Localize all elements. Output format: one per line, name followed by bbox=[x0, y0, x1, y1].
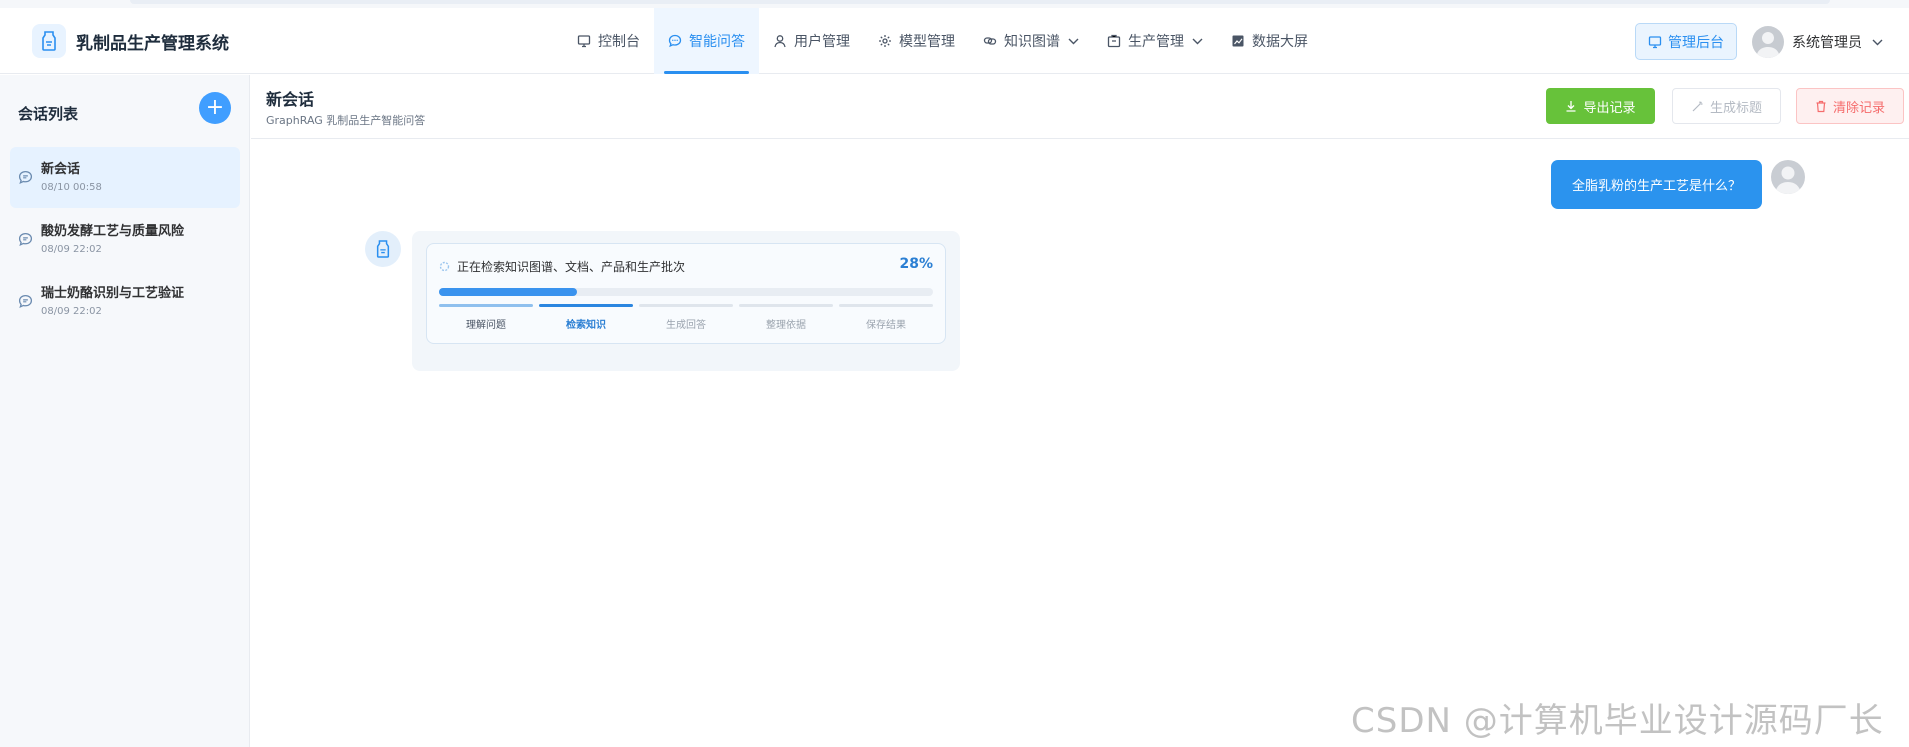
box-icon bbox=[1107, 34, 1121, 48]
retrieval-progress-card: 正在检索知识图谱、文档、产品和生产批次 28% 理解问题 检索知识 生成回答 整… bbox=[426, 243, 946, 344]
progress-status-text: 正在检索知识图谱、文档、产品和生产批次 bbox=[457, 260, 686, 274]
progress-bar-fill bbox=[439, 288, 578, 296]
avatar bbox=[1752, 26, 1784, 58]
chevron-down-icon bbox=[1872, 39, 1883, 46]
bot-avatar-icon bbox=[365, 231, 401, 267]
progress-percent: 28% bbox=[899, 256, 933, 272]
step-label: 整理依据 bbox=[766, 320, 806, 331]
step-bar bbox=[639, 304, 733, 307]
export-label: 导出记录 bbox=[1583, 100, 1636, 116]
loading-spinner-icon bbox=[439, 261, 450, 272]
trash-icon bbox=[1815, 100, 1827, 113]
progress-step: 保存结果 bbox=[839, 304, 933, 331]
nav-item-smart-qa[interactable]: 智能问答 bbox=[654, 8, 759, 74]
download-icon bbox=[1565, 100, 1577, 112]
nav-label: 控制台 bbox=[598, 34, 640, 50]
plus-icon: + bbox=[205, 95, 225, 120]
conversation-time: 08/09 22:02 bbox=[41, 306, 102, 317]
monitor-icon bbox=[577, 34, 591, 48]
generate-label: 生成标题 bbox=[1709, 100, 1762, 116]
magic-wand-icon bbox=[1691, 100, 1704, 113]
nav-item-user-management[interactable]: 用户管理 bbox=[759, 8, 864, 74]
generate-title-button[interactable]: 生成标题 bbox=[1672, 88, 1781, 124]
progress-step: 生成回答 bbox=[639, 304, 733, 331]
gear-icon bbox=[878, 34, 892, 48]
avatar bbox=[1771, 160, 1805, 194]
progress-step: 检索知识 bbox=[539, 304, 633, 331]
sidebar-title: 会话列表 bbox=[18, 105, 79, 123]
chat-area: 全脂乳粉的生产工艺是什么？ 正在检索知识图谱、文档、产品和生产批次 28% 理解… bbox=[251, 140, 1909, 747]
admin-console-button[interactable]: 管理后台 bbox=[1635, 23, 1737, 60]
page-subtitle: GraphRAG 乳制品生产智能问答 bbox=[266, 114, 426, 127]
nav-item-data-screen[interactable]: 数据大屏 bbox=[1217, 8, 1322, 74]
nav-item-model-management[interactable]: 模型管理 bbox=[864, 8, 969, 74]
step-bar bbox=[839, 304, 933, 307]
step-bar bbox=[439, 304, 533, 307]
progress-steps: 理解问题 检索知识 生成回答 整理依据 保存结果 bbox=[439, 304, 933, 331]
conversation-item[interactable]: 酸奶发酵工艺与质量风险 08/09 22:02 bbox=[10, 209, 240, 270]
progress-step: 理解问题 bbox=[439, 304, 533, 331]
browser-top-strip bbox=[0, 0, 1909, 8]
main-nav: 控制台 智能问答 用户管理 模型管理 知识图谱 生产管理 数据大屏 bbox=[563, 8, 1322, 74]
progress-status: 正在检索知识图谱、文档、产品和生产批次 bbox=[439, 258, 685, 275]
assistant-message: 正在检索知识图谱、文档、产品和生产批次 28% 理解问题 检索知识 生成回答 整… bbox=[412, 231, 960, 371]
step-bar bbox=[539, 304, 633, 307]
user-icon bbox=[773, 34, 787, 48]
progress-track bbox=[439, 288, 933, 296]
monitor-icon bbox=[1648, 35, 1662, 49]
conversation-sidebar: 会话列表 + 新会话 08/10 00:58 酸奶发酵工艺与质量风险 08/09… bbox=[0, 75, 250, 747]
top-strip-pill bbox=[130, 0, 1830, 4]
nav-item-production-management[interactable]: 生产管理 bbox=[1093, 8, 1217, 74]
brand[interactable]: 乳制品生产管理系统 bbox=[32, 24, 229, 58]
chevron-down-icon bbox=[1192, 38, 1203, 45]
top-header: 乳制品生产管理系统 控制台 智能问答 用户管理 模型管理 知识图谱 生产管理 数… bbox=[0, 8, 1909, 74]
step-label: 保存结果 bbox=[866, 320, 906, 331]
nav-item-dashboard[interactable]: 控制台 bbox=[563, 8, 654, 74]
clear-label: 清除记录 bbox=[1832, 100, 1885, 116]
export-records-button[interactable]: 导出记录 bbox=[1546, 88, 1655, 124]
conversation-item[interactable]: 新会话 08/10 00:58 bbox=[10, 147, 240, 208]
chat-icon bbox=[18, 170, 33, 185]
user-message-bubble: 全脂乳粉的生产工艺是什么？ bbox=[1551, 160, 1762, 209]
conversation-time: 08/09 22:02 bbox=[41, 244, 102, 255]
admin-console-label: 管理后台 bbox=[1668, 34, 1724, 51]
chevron-down-icon bbox=[1068, 38, 1079, 45]
conversation-item[interactable]: 瑞士奶酪识别与工艺验证 08/09 22:02 bbox=[10, 271, 240, 332]
chart-icon bbox=[1231, 34, 1245, 48]
new-conversation-button[interactable]: + bbox=[199, 92, 231, 124]
step-label: 生成回答 bbox=[666, 320, 706, 331]
nav-label: 用户管理 bbox=[794, 34, 850, 50]
chat-header: 新会话 GraphRAG 乳制品生产智能问答 导出记录 生成标题 清除记录 bbox=[251, 75, 1909, 139]
nav-label: 知识图谱 bbox=[1004, 34, 1060, 50]
chat-icon bbox=[668, 34, 682, 48]
nav-item-knowledge-graph[interactable]: 知识图谱 bbox=[969, 8, 1093, 74]
page-title: 新会话 bbox=[266, 90, 315, 109]
user-menu[interactable]: 系统管理员 bbox=[1752, 26, 1883, 58]
progress-step: 整理依据 bbox=[739, 304, 833, 331]
clear-records-button[interactable]: 清除记录 bbox=[1796, 88, 1904, 124]
conversation-title: 瑞士奶酪识别与工艺验证 bbox=[41, 286, 185, 301]
nav-label: 智能问答 bbox=[689, 34, 745, 50]
step-label: 检索知识 bbox=[566, 320, 606, 331]
conversation-time: 08/10 00:58 bbox=[41, 182, 102, 193]
milk-bottle-icon bbox=[32, 24, 66, 58]
nav-label: 生产管理 bbox=[1128, 34, 1184, 50]
conversation-title: 酸奶发酵工艺与质量风险 bbox=[41, 224, 185, 239]
user-name: 系统管理员 bbox=[1792, 35, 1862, 51]
nav-label: 模型管理 bbox=[899, 34, 955, 50]
nav-label: 数据大屏 bbox=[1252, 34, 1308, 50]
app-title: 乳制品生产管理系统 bbox=[76, 33, 229, 54]
chat-icon bbox=[18, 232, 33, 247]
chat-icon bbox=[18, 294, 33, 309]
step-bar bbox=[739, 304, 833, 307]
watermark: CSDN @计算机毕业设计源码厂长 bbox=[1351, 701, 1884, 741]
conversation-title: 新会话 bbox=[41, 162, 81, 177]
link-icon bbox=[983, 34, 997, 48]
step-label: 理解问题 bbox=[466, 320, 506, 331]
